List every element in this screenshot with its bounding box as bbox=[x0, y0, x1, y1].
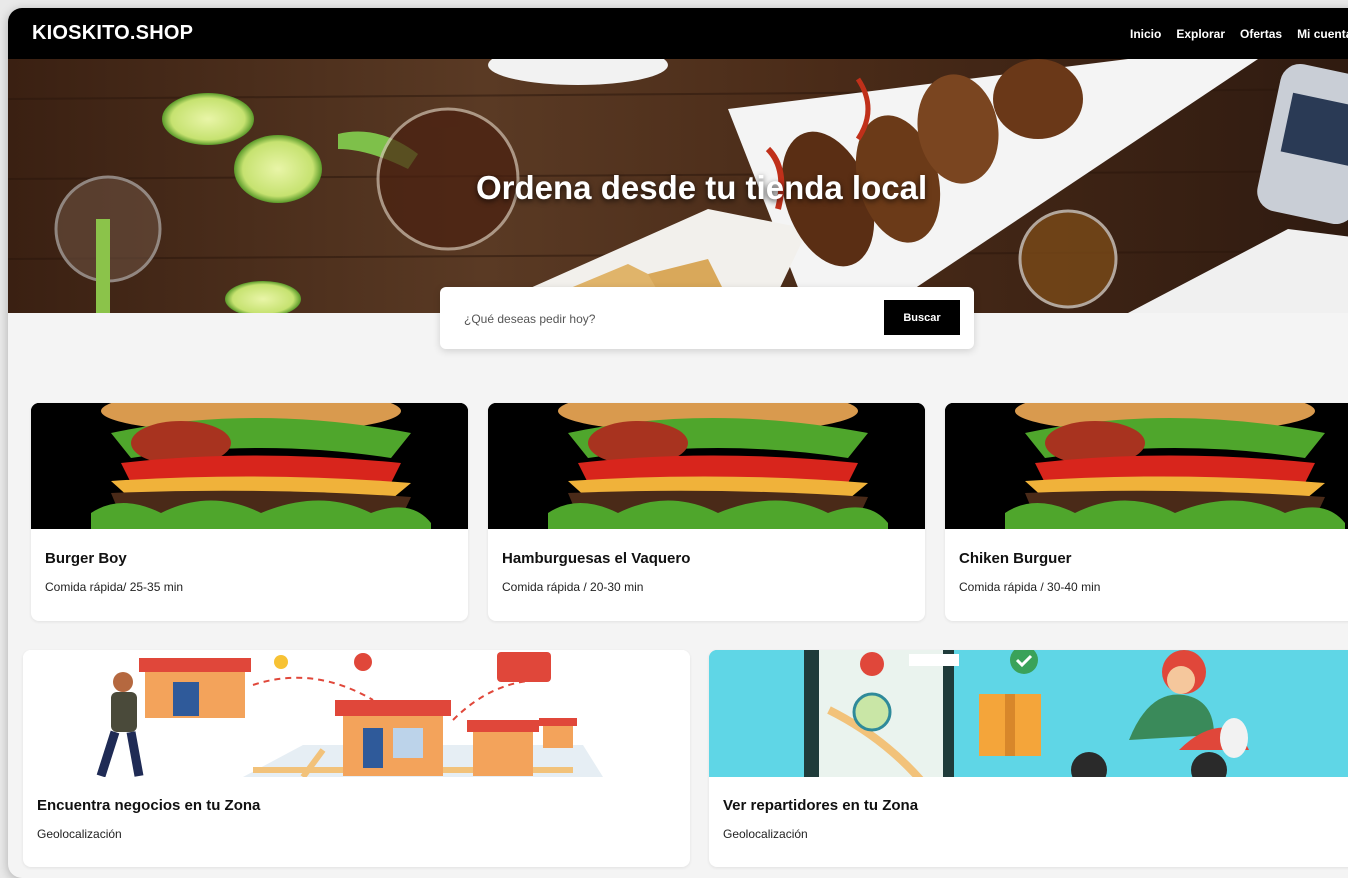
nav-ofertas[interactable]: Ofertas bbox=[1240, 27, 1282, 41]
feature-meta: Geolocalización bbox=[723, 827, 808, 841]
restaurant-name: Burger Boy bbox=[45, 550, 127, 567]
burger-image bbox=[31, 403, 468, 529]
hero-title: Ordena desde tu tienda local bbox=[476, 169, 928, 206]
search-button[interactable]: Buscar bbox=[884, 300, 960, 335]
search-box: Buscar bbox=[440, 287, 974, 349]
restaurant-name: Chiken Burguer bbox=[959, 550, 1072, 567]
delivery-illustration bbox=[709, 650, 1348, 777]
nav-mi-cuenta[interactable]: Mi cuenta bbox=[1297, 27, 1348, 41]
feature-meta: Geolocalización bbox=[37, 827, 122, 841]
burger-image bbox=[488, 403, 925, 529]
restaurant-name: Hamburguesas el Vaquero bbox=[502, 550, 691, 567]
feature-title: Encuentra negocios en tu Zona bbox=[37, 797, 261, 814]
search-input[interactable] bbox=[462, 307, 846, 331]
browser-window: KIOSKITO.SHOP Inicio Explorar Ofertas Mi… bbox=[8, 8, 1348, 878]
feature-card-repartidores[interactable]: Ver repartidores en tu Zona Geolocalizac… bbox=[709, 650, 1348, 867]
feature-card-negocios[interactable]: Encuentra negocios en tu Zona Geolocaliz… bbox=[23, 650, 690, 867]
top-navigation-bar: KIOSKITO.SHOP Inicio Explorar Ofertas Mi… bbox=[8, 8, 1348, 59]
restaurant-card[interactable]: Burger Boy Comida rápida/ 25-35 min bbox=[31, 403, 468, 621]
nav-inicio[interactable]: Inicio bbox=[1130, 27, 1161, 41]
restaurant-meta: Comida rápida / 20-30 min bbox=[502, 580, 644, 594]
nav-explorar[interactable]: Explorar bbox=[1176, 27, 1225, 41]
stores-map-illustration bbox=[23, 650, 690, 777]
restaurant-card[interactable]: Chiken Burguer Comida rápida / 30-40 min bbox=[945, 403, 1348, 621]
hero-banner: Ordena desde tu tienda local bbox=[8, 59, 1348, 313]
restaurant-card[interactable]: Hamburguesas el Vaquero Comida rápida / … bbox=[488, 403, 925, 621]
burger-image bbox=[945, 403, 1348, 529]
restaurant-meta: Comida rápida / 30-40 min bbox=[959, 580, 1101, 594]
main-nav: Inicio Explorar Ofertas Mi cuenta bbox=[1130, 8, 1348, 59]
restaurant-meta: Comida rápida/ 25-35 min bbox=[45, 580, 184, 594]
site-logo[interactable]: KIOSKITO.SHOP bbox=[32, 22, 193, 45]
feature-title: Ver repartidores en tu Zona bbox=[723, 797, 919, 814]
